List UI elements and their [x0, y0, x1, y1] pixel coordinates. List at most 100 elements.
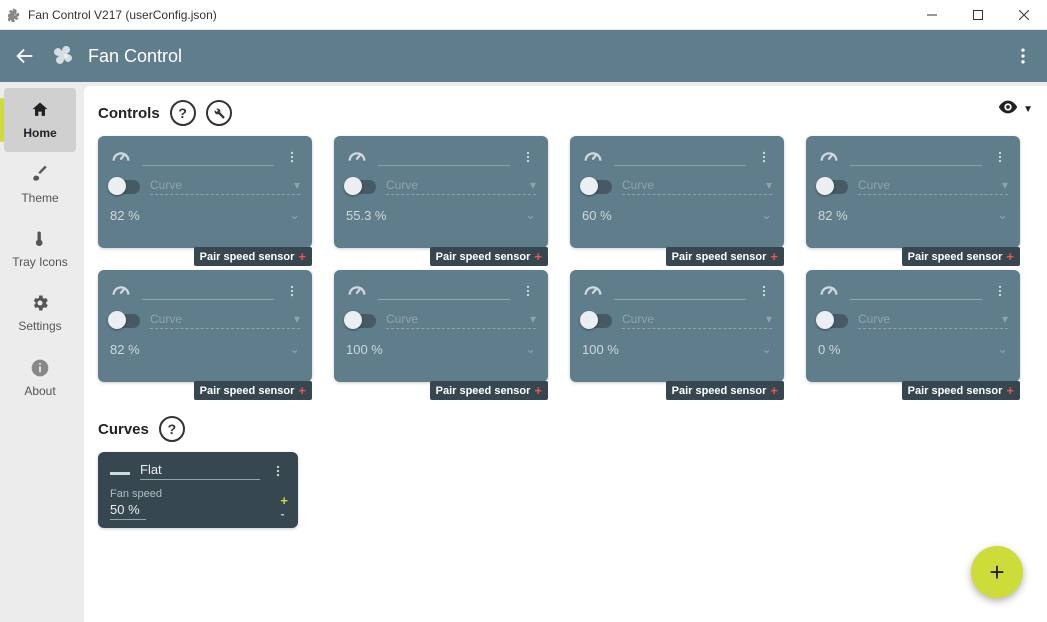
curve-decrease-button[interactable]: - — [280, 507, 288, 520]
control-enable-toggle[interactable] — [110, 180, 140, 194]
control-menu-button[interactable] — [756, 284, 772, 298]
sidebar-item-settings[interactable]: Settings — [0, 281, 80, 345]
window-close-button[interactable] — [1001, 0, 1047, 30]
pair-label: Pair speed sensor — [672, 385, 767, 397]
expand-icon[interactable]: ⌄ — [761, 207, 772, 223]
curves-help-button[interactable]: ? — [159, 416, 185, 442]
control-menu-button[interactable] — [284, 284, 300, 298]
control-enable-toggle[interactable] — [110, 314, 140, 328]
curve-card[interactable]: Flat Fan speed 50 % + - — [98, 452, 298, 528]
plus-icon: + — [298, 249, 306, 264]
control-menu-button[interactable] — [992, 284, 1008, 298]
pair-speed-sensor-button[interactable]: Pair speed sensor + — [430, 381, 548, 400]
fan-icon — [8, 8, 22, 22]
control-percent: 100 % — [582, 342, 761, 357]
control-menu-button[interactable] — [756, 150, 772, 164]
control-percent: 0 % — [818, 342, 997, 357]
control-curve-select[interactable]: Curve ▾ — [622, 312, 772, 329]
pair-speed-sensor-button[interactable]: Pair speed sensor + — [666, 247, 784, 266]
control-name-input[interactable] — [142, 148, 274, 166]
control-curve-select[interactable]: Curve ▾ — [858, 178, 1008, 195]
control-enable-toggle[interactable] — [582, 314, 612, 328]
gauge-icon — [346, 146, 368, 168]
control-name-input[interactable] — [378, 148, 510, 166]
sidebar-item-about[interactable]: About — [0, 346, 80, 410]
control-curve-select[interactable]: Curve ▾ — [386, 312, 536, 329]
control-name-input[interactable] — [614, 148, 746, 166]
controls-tool-button[interactable] — [206, 100, 232, 126]
plus-icon: + — [534, 383, 542, 398]
control-enable-toggle[interactable] — [346, 180, 376, 194]
plus-icon: + — [1006, 383, 1014, 398]
expand-icon[interactable]: ⌄ — [289, 341, 300, 357]
gauge-icon — [110, 280, 132, 302]
pair-speed-sensor-button[interactable]: Pair speed sensor + — [194, 381, 312, 400]
control-menu-button[interactable] — [520, 284, 536, 298]
pair-speed-sensor-button[interactable]: Pair speed sensor + — [430, 247, 548, 266]
control-name-input[interactable] — [850, 148, 982, 166]
control-card[interactable]: Curve ▾ 82 % ⌄ — [806, 136, 1020, 248]
fan-speed-label: Fan speed — [110, 488, 286, 500]
controls-help-button[interactable]: ? — [170, 100, 196, 126]
control-card[interactable]: Curve ▾ 82 % ⌄ — [98, 270, 312, 382]
visibility-dropdown-icon[interactable]: ▼ — [1023, 104, 1033, 115]
control-card[interactable]: Curve ▾ 55.3 % ⌄ — [334, 136, 548, 248]
sidebar: Home Theme Tray Icons Settings About — [0, 82, 80, 622]
window-minimize-button[interactable] — [909, 0, 955, 30]
control-card[interactable]: Curve ▾ 60 % ⌄ — [570, 136, 784, 248]
window-maximize-button[interactable] — [955, 0, 1001, 30]
chevron-down-icon: ▾ — [1002, 178, 1008, 192]
control-card[interactable]: Curve ▾ 100 % ⌄ — [570, 270, 784, 382]
control-enable-toggle[interactable] — [818, 180, 848, 194]
control-enable-toggle[interactable] — [818, 314, 848, 328]
visibility-icon[interactable] — [997, 96, 1019, 123]
pair-speed-sensor-button[interactable]: Pair speed sensor + — [194, 247, 312, 266]
control-name-input[interactable] — [614, 282, 746, 300]
control-card[interactable]: Curve ▾ 100 % ⌄ — [334, 270, 548, 382]
chevron-down-icon: ▾ — [766, 312, 772, 326]
curve-placeholder: Curve — [386, 178, 418, 192]
chevron-down-icon: ▾ — [294, 178, 300, 192]
control-percent: 82 % — [818, 208, 997, 223]
pair-label: Pair speed sensor — [908, 385, 1003, 397]
control-curve-select[interactable]: Curve ▾ — [858, 312, 1008, 329]
sidebar-item-label: Theme — [21, 192, 58, 205]
control-percent: 82 % — [110, 342, 289, 357]
control-enable-toggle[interactable] — [582, 180, 612, 194]
plus-icon: + — [770, 249, 778, 264]
add-fab-button[interactable]: + — [971, 546, 1023, 598]
expand-icon[interactable]: ⌄ — [525, 341, 536, 357]
header-menu-button[interactable] — [1013, 46, 1033, 66]
control-curve-select[interactable]: Curve ▾ — [622, 178, 772, 195]
control-card[interactable]: Curve ▾ 0 % ⌄ — [806, 270, 1020, 382]
back-button[interactable] — [14, 45, 36, 67]
fan-speed-value[interactable]: 50 % — [110, 502, 146, 520]
pair-speed-sensor-button[interactable]: Pair speed sensor + — [902, 247, 1020, 266]
sidebar-item-home[interactable]: Home — [4, 88, 76, 152]
expand-icon[interactable]: ⌄ — [525, 207, 536, 223]
pair-speed-sensor-button[interactable]: Pair speed sensor + — [902, 381, 1020, 400]
control-menu-button[interactable] — [284, 150, 300, 164]
expand-icon[interactable]: ⌄ — [289, 207, 300, 223]
control-curve-select[interactable]: Curve ▾ — [150, 178, 300, 195]
control-enable-toggle[interactable] — [346, 314, 376, 328]
expand-icon[interactable]: ⌄ — [997, 341, 1008, 357]
expand-icon[interactable]: ⌄ — [761, 341, 772, 357]
gauge-icon — [818, 146, 840, 168]
control-menu-button[interactable] — [992, 150, 1008, 164]
fan-icon — [54, 44, 78, 68]
control-menu-button[interactable] — [520, 150, 536, 164]
curve-name[interactable]: Flat — [140, 462, 260, 480]
sidebar-item-theme[interactable]: Theme — [0, 152, 80, 216]
control-name-input[interactable] — [142, 282, 274, 300]
pair-speed-sensor-button[interactable]: Pair speed sensor + — [666, 381, 784, 400]
control-name-input[interactable] — [378, 282, 510, 300]
control-name-input[interactable] — [850, 282, 982, 300]
expand-icon[interactable]: ⌄ — [997, 207, 1008, 223]
control-curve-select[interactable]: Curve ▾ — [386, 178, 536, 195]
control-card[interactable]: Curve ▾ 82 % ⌄ — [98, 136, 312, 248]
pair-label: Pair speed sensor — [908, 251, 1003, 263]
sidebar-item-tray-icons[interactable]: Tray Icons — [0, 217, 80, 281]
control-curve-select[interactable]: Curve ▾ — [150, 312, 300, 329]
curve-menu-button[interactable] — [270, 464, 286, 478]
